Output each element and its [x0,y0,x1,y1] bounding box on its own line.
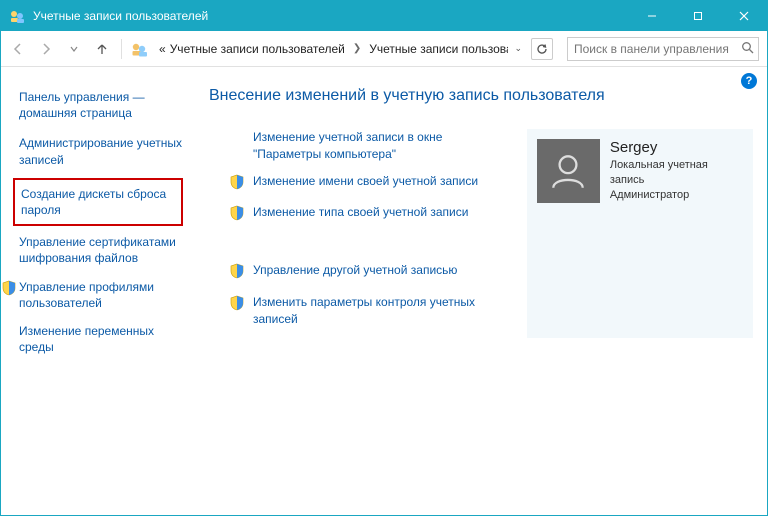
user-avatar [537,139,600,203]
search-icon[interactable] [741,41,754,57]
control-panel-home-link[interactable]: Панель управления — домашняя страница [19,89,183,121]
sidebar-item-label: Изменение переменных среды [19,324,154,354]
window-title: Учетные записи пользователей [33,9,629,23]
sidebar-item-admin-accounts[interactable]: Администрирование учетных записей [19,135,183,167]
sidebar-item-label: Создание дискеты сброса пароля [21,187,166,217]
task-label: Изменение имени своей учетной записи [253,173,478,190]
chevron-right-icon: ❯ [347,43,367,54]
page-heading: Внесение изменений в учетную запись поль… [209,87,753,105]
shield-icon [229,263,245,284]
close-button[interactable] [721,1,767,31]
task-manage-other-account[interactable]: Управление другой учетной записью [209,262,507,284]
address-dropdown-button[interactable]: ⌄ [511,43,525,54]
task-label: Изменить параметры контроля учетных запи… [253,294,507,328]
nav-recent-button[interactable] [61,36,87,62]
breadcrumb-bar[interactable]: « Учетные записи пользователей ❯ Учетные… [154,37,509,61]
breadcrumb-item-1[interactable]: Учетные записи пользователей [168,42,347,56]
toolbar-separator [121,39,122,59]
shield-icon [229,205,245,226]
task-change-in-settings[interactable]: Изменение учетной записи в окне "Парамет… [209,129,507,163]
search-box[interactable] [567,37,759,61]
shield-icon [229,174,245,195]
task-label: Изменение типа своей учетной записи [253,204,468,221]
sidebar-item-label: Управление профилями пользователей [19,280,154,310]
sidebar-item-user-profiles[interactable]: Управление профилями пользователей [19,279,183,311]
app-icon [9,8,25,24]
task-change-account-name[interactable]: Изменение имени своей учетной записи [209,173,507,195]
task-list: Изменение учетной записи в окне "Парамет… [209,129,507,338]
sidebar-item-password-reset-disk[interactable]: Создание дискеты сброса пароля [13,178,183,226]
current-user-card: Sergey Локальная учетная запись Админист… [527,129,753,338]
nav-up-button[interactable] [89,36,115,62]
minimize-button[interactable] [629,1,675,31]
sidebar: Панель управления — домашняя страница Ад… [1,67,191,515]
nav-forward-button[interactable] [33,36,59,62]
task-label: Изменение учетной записи в окне "Парамет… [253,129,507,163]
task-change-uac[interactable]: Изменить параметры контроля учетных запи… [209,294,507,328]
nav-back-button[interactable] [5,36,31,62]
breadcrumb-tail: ⌄ [511,38,559,60]
refresh-button[interactable] [531,38,553,60]
sidebar-item-label: Администрирование учетных записей [19,136,182,166]
shield-icon [229,295,245,316]
user-name: Sergey [610,139,743,156]
search-input[interactable] [572,41,741,57]
main-content: Внесение изменений в учетную запись поль… [191,67,767,515]
toolbar: « Учетные записи пользователей ❯ Учетные… [1,31,767,67]
window-titlebar: Учетные записи пользователей [1,1,767,31]
user-info: Sergey Локальная учетная запись Админист… [610,139,743,203]
breadcrumb-lead: « [157,42,168,56]
sidebar-item-encryption-certs[interactable]: Управление сертификатами шифрования файл… [19,234,183,266]
shield-icon [1,280,17,300]
user-account-type: Локальная учетная запись [610,158,743,188]
user-role: Администратор [610,188,743,203]
help-button[interactable]: ? [741,73,757,89]
breadcrumb-item-2[interactable]: Учетные записи пользователей [367,42,509,56]
sidebar-item-env-vars[interactable]: Изменение переменных среды [19,323,183,355]
task-group-spacer [209,236,507,262]
task-change-account-type[interactable]: Изменение типа своей учетной записи [209,204,507,226]
breadcrumb-icon [130,40,148,58]
sidebar-item-label: Управление сертификатами шифрования файл… [19,235,176,265]
task-label: Управление другой учетной записью [253,262,457,279]
maximize-button[interactable] [675,1,721,31]
